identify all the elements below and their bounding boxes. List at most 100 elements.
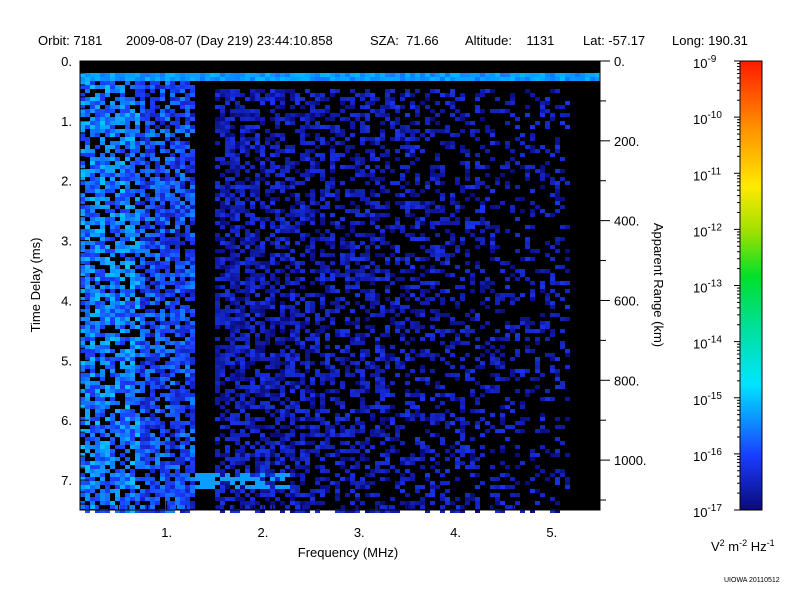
heatmap-cell bbox=[340, 381, 345, 385]
heatmap-cell bbox=[165, 445, 170, 449]
heatmap-cell bbox=[255, 333, 260, 337]
heatmap-cell bbox=[435, 485, 440, 489]
heatmap-cell bbox=[410, 101, 415, 105]
heatmap-cell bbox=[115, 245, 120, 249]
heatmap-cell bbox=[315, 409, 320, 413]
heatmap-cell bbox=[225, 189, 230, 193]
heatmap-cell bbox=[450, 297, 455, 301]
heatmap-cell bbox=[120, 189, 125, 193]
heatmap-cell bbox=[85, 333, 90, 337]
heatmap-cell bbox=[505, 185, 510, 189]
heatmap-cell bbox=[155, 425, 160, 429]
heatmap-cell bbox=[215, 505, 220, 509]
heatmap-cell bbox=[345, 413, 350, 417]
heatmap-cell bbox=[420, 337, 425, 341]
heatmap-cell bbox=[470, 453, 475, 457]
heatmap-cell bbox=[160, 293, 165, 297]
heatmap-cell bbox=[350, 249, 355, 253]
heatmap-cell bbox=[280, 329, 285, 333]
heatmap-cell bbox=[340, 273, 345, 277]
heatmap-cell bbox=[450, 241, 455, 245]
heatmap-cell bbox=[300, 433, 305, 437]
heatmap-cell bbox=[160, 365, 165, 369]
heatmap-cell bbox=[260, 149, 265, 153]
heatmap-cell bbox=[255, 125, 260, 129]
heatmap-cell bbox=[335, 305, 340, 309]
heatmap-cell bbox=[140, 397, 145, 401]
heatmap-cell bbox=[185, 497, 190, 501]
heatmap-cell bbox=[160, 221, 165, 225]
heatmap-cell bbox=[275, 269, 280, 273]
heatmap-cell bbox=[320, 77, 325, 81]
heatmap-cell bbox=[165, 429, 170, 433]
heatmap-cell bbox=[350, 189, 355, 193]
heatmap-cell bbox=[85, 377, 90, 381]
heatmap-cell bbox=[440, 417, 445, 421]
heatmap-cell bbox=[520, 257, 525, 261]
heatmap-cell bbox=[295, 241, 300, 245]
heatmap-cell bbox=[190, 445, 195, 449]
heatmap-cell bbox=[285, 169, 290, 173]
heatmap-cell bbox=[320, 221, 325, 225]
heatmap-cell bbox=[335, 77, 340, 81]
heatmap-cell bbox=[435, 257, 440, 261]
heatmap-cell bbox=[445, 393, 450, 397]
heatmap-cell bbox=[385, 273, 390, 277]
heatmap-cell bbox=[445, 349, 450, 353]
heatmap-cell bbox=[85, 225, 90, 229]
heatmap-cell bbox=[280, 341, 285, 345]
heatmap-cell bbox=[100, 237, 105, 241]
heatmap-cell bbox=[325, 77, 330, 81]
heatmap-cell bbox=[165, 149, 170, 153]
heatmap-cell bbox=[290, 457, 295, 461]
heatmap-cell bbox=[115, 97, 120, 101]
heatmap-cell bbox=[480, 237, 485, 241]
heatmap-cell bbox=[120, 309, 125, 313]
heatmap-cell bbox=[155, 365, 160, 369]
heatmap-cell bbox=[400, 441, 405, 445]
heatmap-cell bbox=[360, 105, 365, 109]
heatmap-cell bbox=[150, 445, 155, 449]
heatmap-cell bbox=[460, 277, 465, 281]
heatmap-cell bbox=[475, 425, 480, 429]
heatmap-cell bbox=[360, 397, 365, 401]
heatmap-cell bbox=[365, 381, 370, 385]
heatmap-cell bbox=[225, 149, 230, 153]
heatmap-cell bbox=[260, 177, 265, 181]
heatmap-cell bbox=[395, 221, 400, 225]
heatmap-cell bbox=[165, 413, 170, 417]
heatmap-cell bbox=[310, 389, 315, 393]
heatmap-cell bbox=[125, 369, 130, 373]
heatmap-cell bbox=[110, 181, 115, 185]
heatmap-cell bbox=[340, 477, 345, 481]
heatmap-cell bbox=[275, 393, 280, 397]
heatmap-cell bbox=[140, 325, 145, 329]
heatmap-cell bbox=[315, 453, 320, 457]
heatmap-cell bbox=[305, 389, 310, 393]
heatmap-cell bbox=[235, 105, 240, 109]
heatmap-cell bbox=[155, 241, 160, 245]
heatmap-cell bbox=[400, 173, 405, 177]
heatmap-cell bbox=[255, 465, 260, 469]
heatmap-cell bbox=[320, 73, 325, 77]
heatmap-cell bbox=[95, 217, 100, 221]
heatmap-cell bbox=[90, 173, 95, 177]
heatmap-cell bbox=[420, 397, 425, 401]
heatmap-cell bbox=[415, 329, 420, 333]
heatmap-cell bbox=[500, 269, 505, 273]
heatmap-cell bbox=[390, 309, 395, 313]
heatmap-cell bbox=[170, 81, 175, 85]
heatmap-cell bbox=[240, 117, 245, 121]
heatmap-cell bbox=[405, 189, 410, 193]
heatmap-cell bbox=[435, 421, 440, 425]
heatmap-cell bbox=[225, 125, 230, 129]
heatmap-cell bbox=[185, 413, 190, 417]
heatmap-cell bbox=[455, 321, 460, 325]
heatmap-cell bbox=[190, 241, 195, 245]
heatmap-cell bbox=[110, 129, 115, 133]
heatmap-cell bbox=[520, 141, 525, 145]
heatmap-cell bbox=[115, 305, 120, 309]
heatmap-cell bbox=[90, 125, 95, 129]
heatmap-cell bbox=[430, 417, 435, 421]
heatmap-cell bbox=[505, 325, 510, 329]
